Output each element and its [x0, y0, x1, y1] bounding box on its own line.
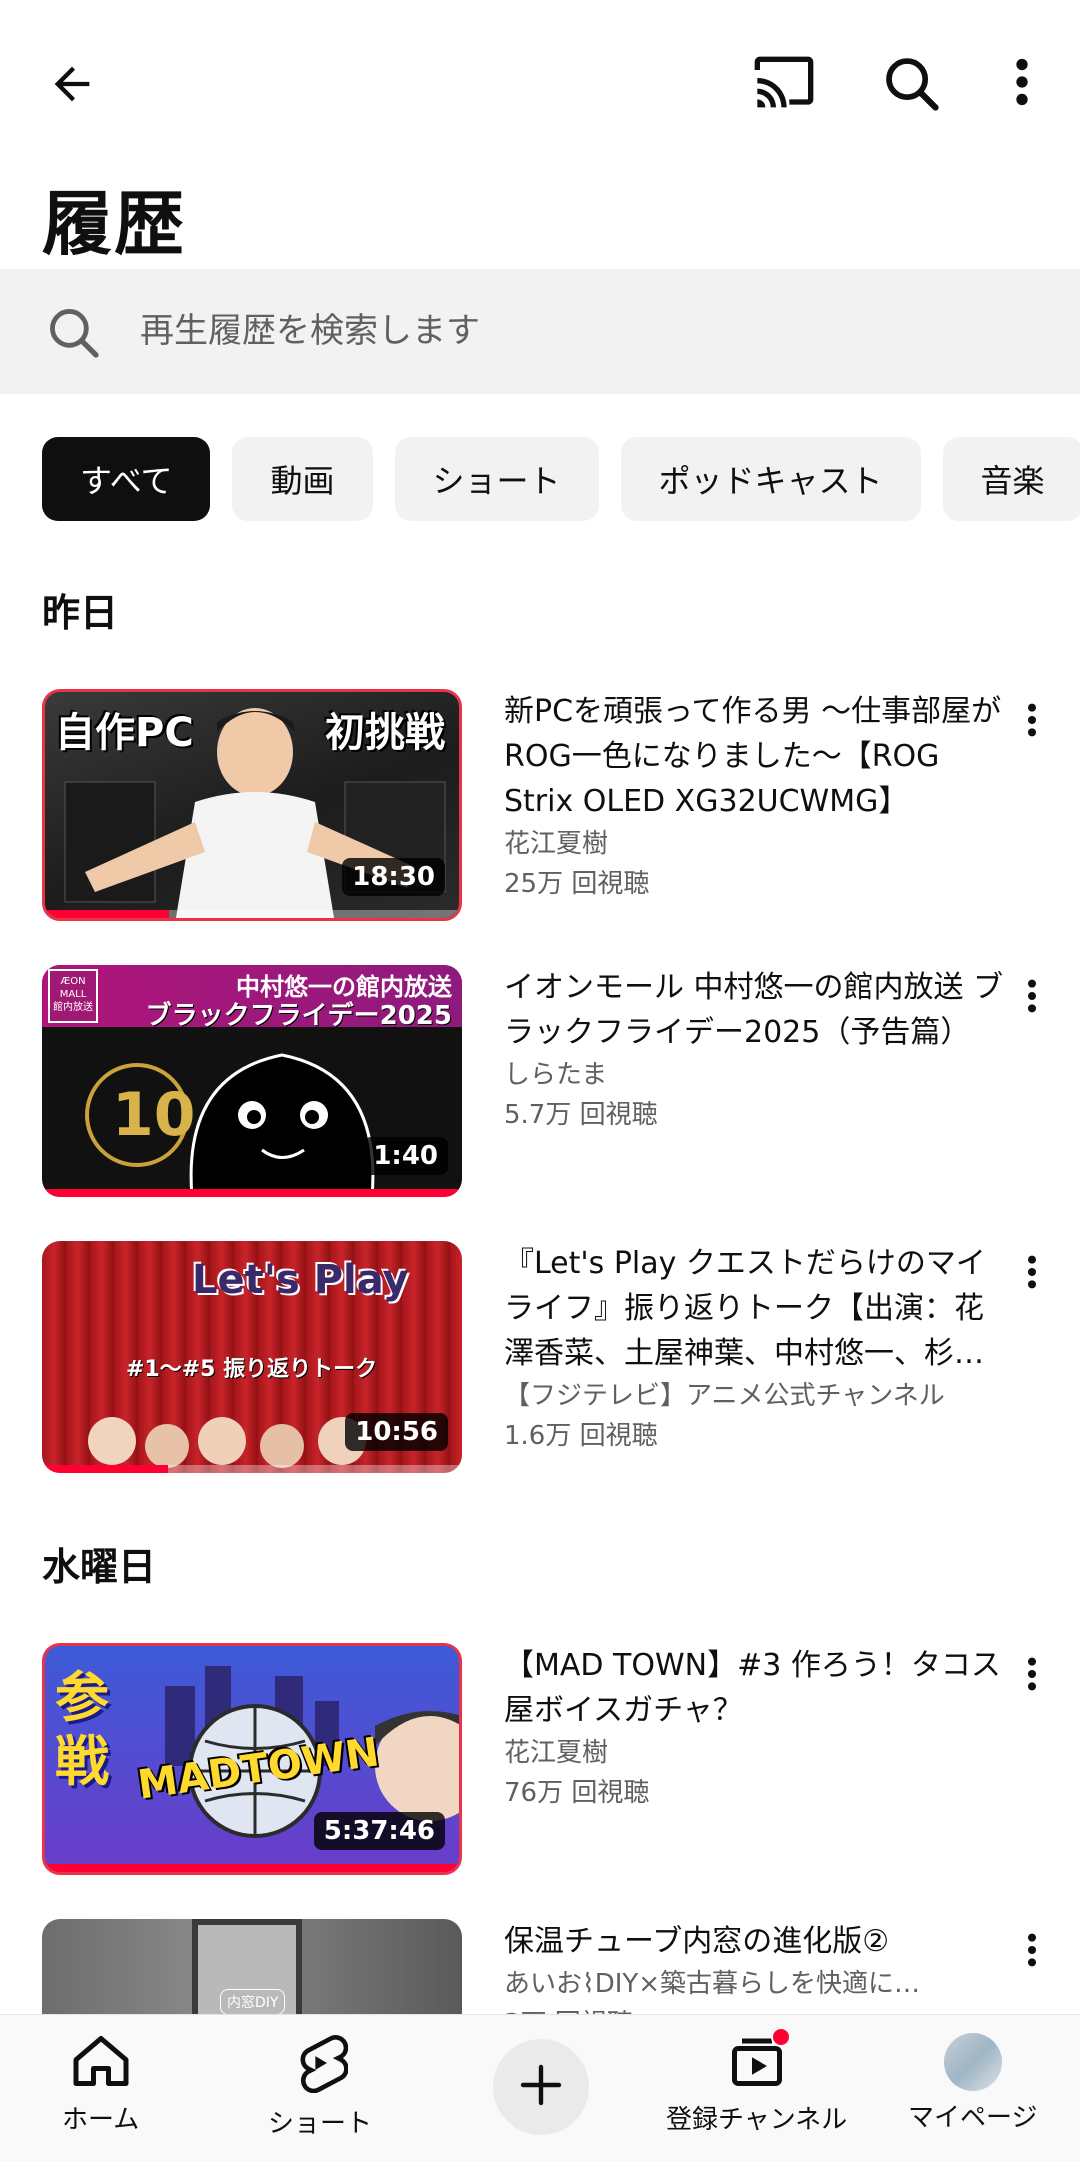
thumbnail-text-right: 初挑戦	[325, 710, 445, 756]
chip-all[interactable]: すべて	[42, 437, 211, 521]
video-info[interactable]: 新PCを頑張って作る男 〜仕事部屋がROG一色になりました〜【ROG Strix…	[504, 689, 1004, 904]
video-duration: 5:37:46	[313, 1812, 445, 1850]
more-vert-icon[interactable]	[1012, 1927, 1052, 1987]
video-channel: 花江夏樹	[504, 829, 609, 859]
nav-subscriptions-label: 登録チャンネル	[666, 2105, 848, 2135]
watch-progress-bar	[42, 1465, 462, 1473]
shorts-icon	[292, 2033, 349, 2097]
video-thumbnail[interactable]: ÆON MALL 館内放送 中村悠一の館内放送 ブラックフライデー2025 10…	[42, 965, 462, 1197]
video-duration: 10:56	[345, 1413, 448, 1451]
chip-shorts[interactable]: ショート	[394, 437, 599, 521]
back-arrow-icon[interactable]	[40, 52, 104, 116]
history-search-bar[interactable]	[0, 269, 1080, 394]
more-vert-icon[interactable]	[1002, 50, 1042, 114]
video-duration: 1:40	[363, 1137, 448, 1175]
video-item[interactable]: 参戦 MADTOWN 5:37:46 【MAD TOWN】#3 作ろう！タコス屋…	[42, 1643, 1052, 1879]
video-title[interactable]: 新PCを頑張って作る男 〜仕事部屋がROG一色になりました〜【ROG Strix…	[504, 689, 1004, 824]
search-icon[interactable]	[876, 48, 946, 118]
video-item[interactable]: Let's Play #1～#5 振り返りトーク 10:56 『Let's Pl…	[42, 1241, 1052, 1477]
more-vert-icon[interactable]	[1012, 697, 1052, 757]
bottom-navigation: ホーム ショート 登録チャンネル マイページ	[0, 2014, 1080, 2161]
filter-chips: すべて 動画 ショート ポッドキャスト 音楽	[42, 437, 1080, 521]
video-info[interactable]: 【MAD TOWN】#3 作ろう！タコス屋ボイスガチャ？ 花江夏樹 76万 回視…	[504, 1643, 1004, 1813]
video-info[interactable]: 『Let's Play クエストだらけのマイライフ』振り返りトーク【出演：花澤香…	[504, 1241, 1004, 1456]
thumbnail-text-left: 参戦	[55, 1666, 109, 1793]
avatar	[943, 2033, 1002, 2091]
plus-icon	[517, 2061, 565, 2113]
subscriptions-icon	[727, 2027, 791, 2093]
nav-mypage-label: マイページ	[908, 2103, 1038, 2133]
video-info[interactable]: イオンモール 中村悠一の館内放送 ブラックフライデー2025（予告篇） しらたま…	[504, 965, 1004, 1135]
video-views: 5.7万 回視聴	[504, 1100, 658, 1130]
nav-subscriptions[interactable]: 登録チャンネル	[666, 2027, 848, 2136]
watch-progress-bar	[45, 1864, 459, 1872]
nav-shorts[interactable]: ショート	[268, 2033, 372, 2140]
watch-progress-bar	[42, 1189, 462, 1197]
history-search-input[interactable]	[140, 299, 1040, 363]
video-title[interactable]: 保温チューブ内窓の進化版②	[504, 1919, 1004, 1964]
chip-podcasts[interactable]: ポッドキャスト	[620, 437, 921, 521]
more-vert-icon[interactable]	[1012, 1651, 1052, 1711]
video-views: 25万 回視聴	[504, 869, 650, 899]
section-heading-wednesday: 水曜日	[42, 1545, 157, 1589]
video-thumbnail[interactable]: Let's Play #1～#5 振り返りトーク 10:56	[42, 1241, 462, 1473]
nav-shorts-label: ショート	[268, 2109, 373, 2139]
nav-home-label: ホーム	[62, 2105, 140, 2135]
notification-dot	[770, 2027, 791, 2047]
page-title: 履歴	[42, 183, 186, 265]
video-channel: 花江夏樹	[504, 1738, 609, 1768]
section-heading-yesterday: 昨日	[42, 591, 119, 635]
search-icon	[44, 303, 102, 365]
nav-home[interactable]: ホーム	[62, 2033, 139, 2136]
video-title[interactable]: 『Let's Play クエストだらけのマイライフ』振り返りトーク【出演：花澤香…	[504, 1241, 1004, 1376]
cast-icon[interactable]	[748, 50, 820, 114]
chip-videos[interactable]: 動画	[232, 437, 373, 521]
video-thumbnail[interactable]: 参戦 MADTOWN 5:37:46	[42, 1643, 462, 1875]
top-app-bar	[0, 0, 1080, 160]
svg-text:10: 10	[112, 1080, 196, 1150]
thumbnail-text-left: 自作PC	[55, 710, 194, 756]
video-channel: 【フジテレビ】アニメ公式チャンネル	[504, 1381, 945, 1411]
chip-music[interactable]: 音楽	[942, 437, 1080, 521]
nav-mypage[interactable]: マイページ	[908, 2033, 1037, 2134]
video-thumbnail[interactable]: 自作PC 初挑戦 18:30	[42, 689, 462, 921]
thumbnail-text-left: 内窓DIY	[220, 1989, 286, 2015]
video-duration: 18:30	[342, 858, 445, 896]
video-item[interactable]: 自作PC 初挑戦 18:30 新PCを頑張って作る男 〜仕事部屋がROG一色にな…	[42, 689, 1052, 925]
video-title[interactable]: イオンモール 中村悠一の館内放送 ブラックフライデー2025（予告篇）	[504, 965, 1004, 1055]
video-channel: あいお⌇DIY×築古暮らしを快適に…	[504, 1969, 921, 1999]
home-icon	[71, 2033, 131, 2093]
video-item[interactable]: ÆON MALL 館内放送 中村悠一の館内放送 ブラックフライデー2025 10…	[42, 965, 1052, 1201]
video-views: 1.6万 回視聴	[504, 1421, 658, 1451]
video-channel: しらたま	[504, 1060, 608, 1090]
more-vert-icon[interactable]	[1012, 973, 1052, 1033]
watch-progress-bar	[45, 910, 459, 918]
video-title[interactable]: 【MAD TOWN】#3 作ろう！タコス屋ボイスガチャ？	[504, 1643, 1004, 1733]
create-button[interactable]	[493, 2039, 589, 2135]
more-vert-icon[interactable]	[1012, 1249, 1052, 1309]
video-views: 76万 回視聴	[504, 1778, 650, 1808]
